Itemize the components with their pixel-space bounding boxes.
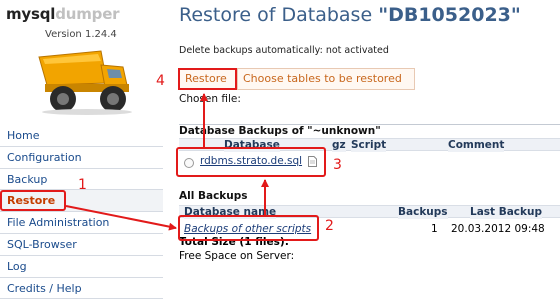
sidebar-item-configuration[interactable]: Configuration (0, 147, 163, 169)
page-title-prefix: Restore of Database (179, 4, 379, 26)
page-title: Restore of Database "DB1052023" (179, 4, 521, 26)
backup-count: 1 (431, 223, 438, 235)
page-title-database: "DB1052023" (378, 4, 521, 26)
sidebar-item-restore[interactable]: Restore (0, 190, 163, 213)
sidebar-item-file-administration[interactable]: File Administration (0, 212, 163, 234)
sidebar-item-label: Backup (7, 172, 48, 186)
chosen-file-label: Chosen file: (179, 93, 241, 105)
table-row: rdbms.strato.de.sql (179, 151, 560, 173)
backup-radio[interactable] (184, 158, 194, 168)
version-label: Version 1.24.4 (45, 29, 117, 40)
annotation-number-4: 4 (156, 73, 165, 89)
column-last-backup: Last Backup (470, 206, 542, 219)
sidebar-item-credits-help[interactable]: Credits / Help (0, 278, 163, 300)
logo-text-part2: dumper (55, 5, 120, 23)
sidebar-item-home[interactable]: Home (0, 125, 163, 147)
tab-choose-tables[interactable]: Choose tables to be restored (237, 68, 415, 90)
sidebar-item-label: Home (7, 129, 40, 142)
backup-file-link[interactable]: rdbms.strato.de.sql (200, 155, 302, 167)
database-backups-section: Database Backups of "~unknown" Database … (179, 124, 560, 184)
logo-text-part1: mysql (6, 5, 56, 23)
annotation-number-1: 1 (78, 177, 87, 193)
free-space-label: Free Space on Server: (179, 250, 295, 262)
all-backups-title: All Backups (179, 190, 248, 202)
annotation-number-2: 2 (325, 218, 334, 234)
sidebar-item-label: Log (7, 259, 27, 273)
sidebar-item-label: Restore (7, 194, 56, 208)
sidebar-item-log[interactable]: Log (0, 256, 163, 278)
sidebar-nav: Home Configuration Backup Restore File A… (0, 125, 163, 300)
sidebar: mysqldumper Version 1.24.4 Home Configur… (0, 0, 163, 306)
delete-backups-info: Delete backups automatically: not activa… (179, 45, 389, 56)
database-backups-header: Database gz Script Comment (179, 138, 560, 152)
annotation-number-3: 3 (333, 157, 342, 173)
dump-truck-icon (38, 50, 132, 115)
app-logo: mysqldumper (6, 5, 156, 23)
all-backups-header: Database name Backups Last Backup (179, 205, 560, 219)
document-icon[interactable] (308, 156, 317, 167)
column-database-name: Database name (184, 206, 277, 219)
sidebar-item-label: Credits / Help (7, 281, 82, 295)
sidebar-item-label: Configuration (7, 150, 82, 164)
sidebar-item-label: File Administration (7, 216, 110, 230)
other-scripts-link[interactable]: Backups of other scripts (184, 223, 311, 235)
total-size-label: Total Size (1 files): (179, 236, 289, 248)
table-row: Backups of other scripts 1 20.03.2012 09… (179, 219, 560, 237)
sidebar-item-label: SQL-Browser (7, 237, 77, 251)
sidebar-item-sql-browser[interactable]: SQL-Browser (0, 234, 163, 256)
last-backup-date: 20.03.2012 09:48 (451, 223, 545, 235)
database-backups-title: Database Backups of "~unknown" (179, 124, 560, 137)
tab-restore[interactable]: Restore (178, 68, 237, 90)
all-backups-section: All Backups Database name Backups Last B… (179, 190, 560, 270)
column-backups: Backups (398, 206, 448, 219)
